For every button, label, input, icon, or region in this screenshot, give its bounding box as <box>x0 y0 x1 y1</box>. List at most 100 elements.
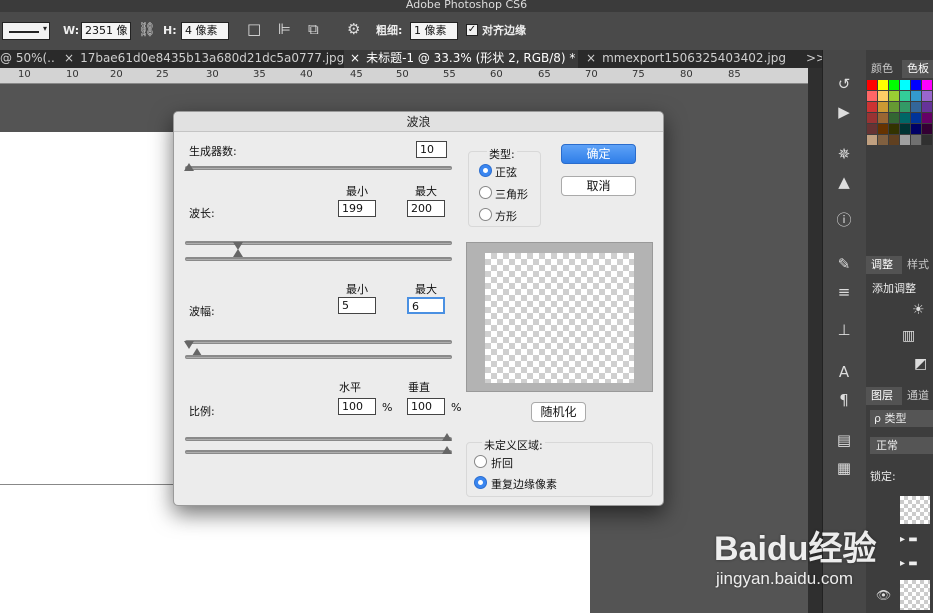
tab-layers[interactable]: 图层 <box>866 387 902 405</box>
swatch-grid[interactable] <box>866 78 933 168</box>
notes-icon[interactable]: ▤ <box>829 430 859 450</box>
layer-kind-filter[interactable]: ρ 类型 <box>870 410 933 427</box>
color-swatch[interactable] <box>900 80 910 90</box>
color-swatch[interactable] <box>911 135 921 145</box>
type-triangle-radio[interactable] <box>479 186 492 199</box>
histogram-icon[interactable]: ▲ <box>829 172 859 192</box>
color-swatch[interactable] <box>922 102 932 112</box>
scale-vertical-field[interactable]: 100 <box>407 398 445 415</box>
cancel-button[interactable]: 取消 <box>561 176 636 196</box>
color-swatch[interactable] <box>867 102 877 112</box>
scale-horizontal-slider[interactable] <box>185 437 452 441</box>
scale-vertical-slider[interactable] <box>185 450 452 454</box>
color-swatch[interactable] <box>922 113 932 123</box>
color-swatch[interactable] <box>878 102 888 112</box>
curves-icon[interactable]: ◩ <box>914 356 927 372</box>
height-field[interactable]: 4 像素 <box>181 22 229 40</box>
tab-doc-1[interactable]: @ 50%(... <box>0 50 56 68</box>
amplitude-max-field[interactable]: 6 <box>407 297 445 314</box>
scale-horizontal-field[interactable]: 100 <box>338 398 376 415</box>
amplitude-max-slider[interactable] <box>185 355 452 359</box>
amplitude-min-slider[interactable] <box>185 340 452 344</box>
color-swatch[interactable] <box>911 102 921 112</box>
color-swatch[interactable] <box>900 135 910 145</box>
color-swatch[interactable] <box>922 124 932 134</box>
color-swatch[interactable] <box>911 124 921 134</box>
brightness-icon[interactable]: ☀ <box>912 302 925 318</box>
history-icon[interactable]: ↺ <box>829 74 859 94</box>
clone-source-icon[interactable]: ⊥ <box>829 320 859 340</box>
color-swatch[interactable] <box>878 124 888 134</box>
scale-vertical-thumb[interactable] <box>442 446 452 454</box>
generators-slider[interactable] <box>185 166 452 170</box>
close-icon[interactable]: × <box>64 51 74 65</box>
wavelength-max-slider[interactable] <box>185 257 452 261</box>
amplitude-min-field[interactable]: 5 <box>338 297 376 314</box>
color-swatch[interactable] <box>889 124 899 134</box>
type-sine-radio[interactable] <box>479 164 492 177</box>
color-swatch[interactable] <box>878 135 888 145</box>
type-square-radio[interactable] <box>479 208 492 221</box>
gear-icon[interactable]: ⚙ <box>347 20 360 38</box>
tab-doc-4[interactable]: × mmexport1506325403402.jpg <box>580 50 800 68</box>
properties-icon[interactable]: ≡ <box>829 282 859 302</box>
color-swatch[interactable] <box>911 91 921 101</box>
color-swatch[interactable] <box>889 135 899 145</box>
stroke-weight-field[interactable]: 1 像素 <box>410 22 458 40</box>
tab-styles[interactable]: 样式 <box>902 256 933 274</box>
color-swatch[interactable] <box>878 113 888 123</box>
color-swatch[interactable] <box>889 91 899 101</box>
randomize-button[interactable]: 随机化 <box>531 402 586 422</box>
color-swatch[interactable] <box>922 91 932 101</box>
align-edges-checkbox[interactable]: ✓ <box>466 24 478 36</box>
path-alignment-icon[interactable]: ⊫ <box>278 20 291 38</box>
character-icon[interactable]: A <box>829 362 859 382</box>
close-icon[interactable]: × <box>350 51 360 65</box>
color-swatch[interactable] <box>867 135 877 145</box>
color-swatch[interactable] <box>911 113 921 123</box>
repeat-edge-pixels-radio[interactable] <box>474 476 487 489</box>
color-swatch[interactable] <box>900 113 910 123</box>
color-swatch[interactable] <box>900 102 910 112</box>
tab-swatches[interactable]: 色板 <box>902 60 933 78</box>
tab-doc-3[interactable]: × 未标题-1 @ 33.3% (形状 2, RGB/8) * <box>344 50 578 68</box>
wavelength-max-field[interactable]: 200 <box>407 200 445 217</box>
color-swatch[interactable] <box>889 80 899 90</box>
wavelength-min-slider[interactable] <box>185 241 452 245</box>
color-swatch[interactable] <box>878 91 888 101</box>
tab-adjustments[interactable]: 调整 <box>866 256 902 274</box>
close-icon[interactable]: × <box>586 51 596 65</box>
paragraph-icon[interactable]: ¶ <box>829 390 859 410</box>
color-swatch[interactable] <box>889 113 899 123</box>
stroke-style-dropdown[interactable]: ▾ <box>2 22 50 40</box>
levels-icon[interactable]: ▥ <box>902 328 915 344</box>
color-swatch[interactable] <box>889 102 899 112</box>
color-swatch[interactable] <box>911 80 921 90</box>
info-icon[interactable]: ⓘ <box>829 210 859 230</box>
tabs-overflow-button[interactable]: >> <box>800 50 822 68</box>
generators-slider-thumb[interactable] <box>184 163 194 171</box>
path-arrangement-icon[interactable]: ⧉ <box>308 20 319 38</box>
tool-presets-icon[interactable]: ▦ <box>829 458 859 478</box>
color-swatch[interactable] <box>867 91 877 101</box>
width-field[interactable]: 2351 像 <box>81 22 131 40</box>
tab-channels[interactable]: 通道 <box>902 387 933 405</box>
ok-button[interactable]: 确定 <box>561 144 636 164</box>
wavelength-max-thumb[interactable] <box>233 249 243 257</box>
path-operations-icon[interactable]: □ <box>247 20 261 38</box>
blend-mode-dropdown[interactable]: 正常 <box>870 437 933 454</box>
color-swatch[interactable] <box>922 80 932 90</box>
tab-doc-2[interactable]: × 17bae61d0e8435b13a680d21dc5a0777.jpg <box>58 50 344 68</box>
link-icon[interactable]: ⛓ <box>138 22 156 38</box>
color-swatch[interactable] <box>878 80 888 90</box>
tab-color[interactable]: 颜色 <box>866 60 902 78</box>
color-swatch[interactable] <box>867 80 877 90</box>
actions-icon[interactable]: ▶ <box>829 102 859 122</box>
brush-icon[interactable]: ✎ <box>829 254 859 274</box>
brush-preset-icon[interactable]: ✵ <box>829 144 859 164</box>
color-swatch[interactable] <box>900 91 910 101</box>
color-swatch[interactable] <box>867 124 877 134</box>
color-swatch[interactable] <box>922 135 932 145</box>
generators-field[interactable]: 10 <box>416 141 447 158</box>
wavelength-min-field[interactable]: 199 <box>338 200 376 217</box>
